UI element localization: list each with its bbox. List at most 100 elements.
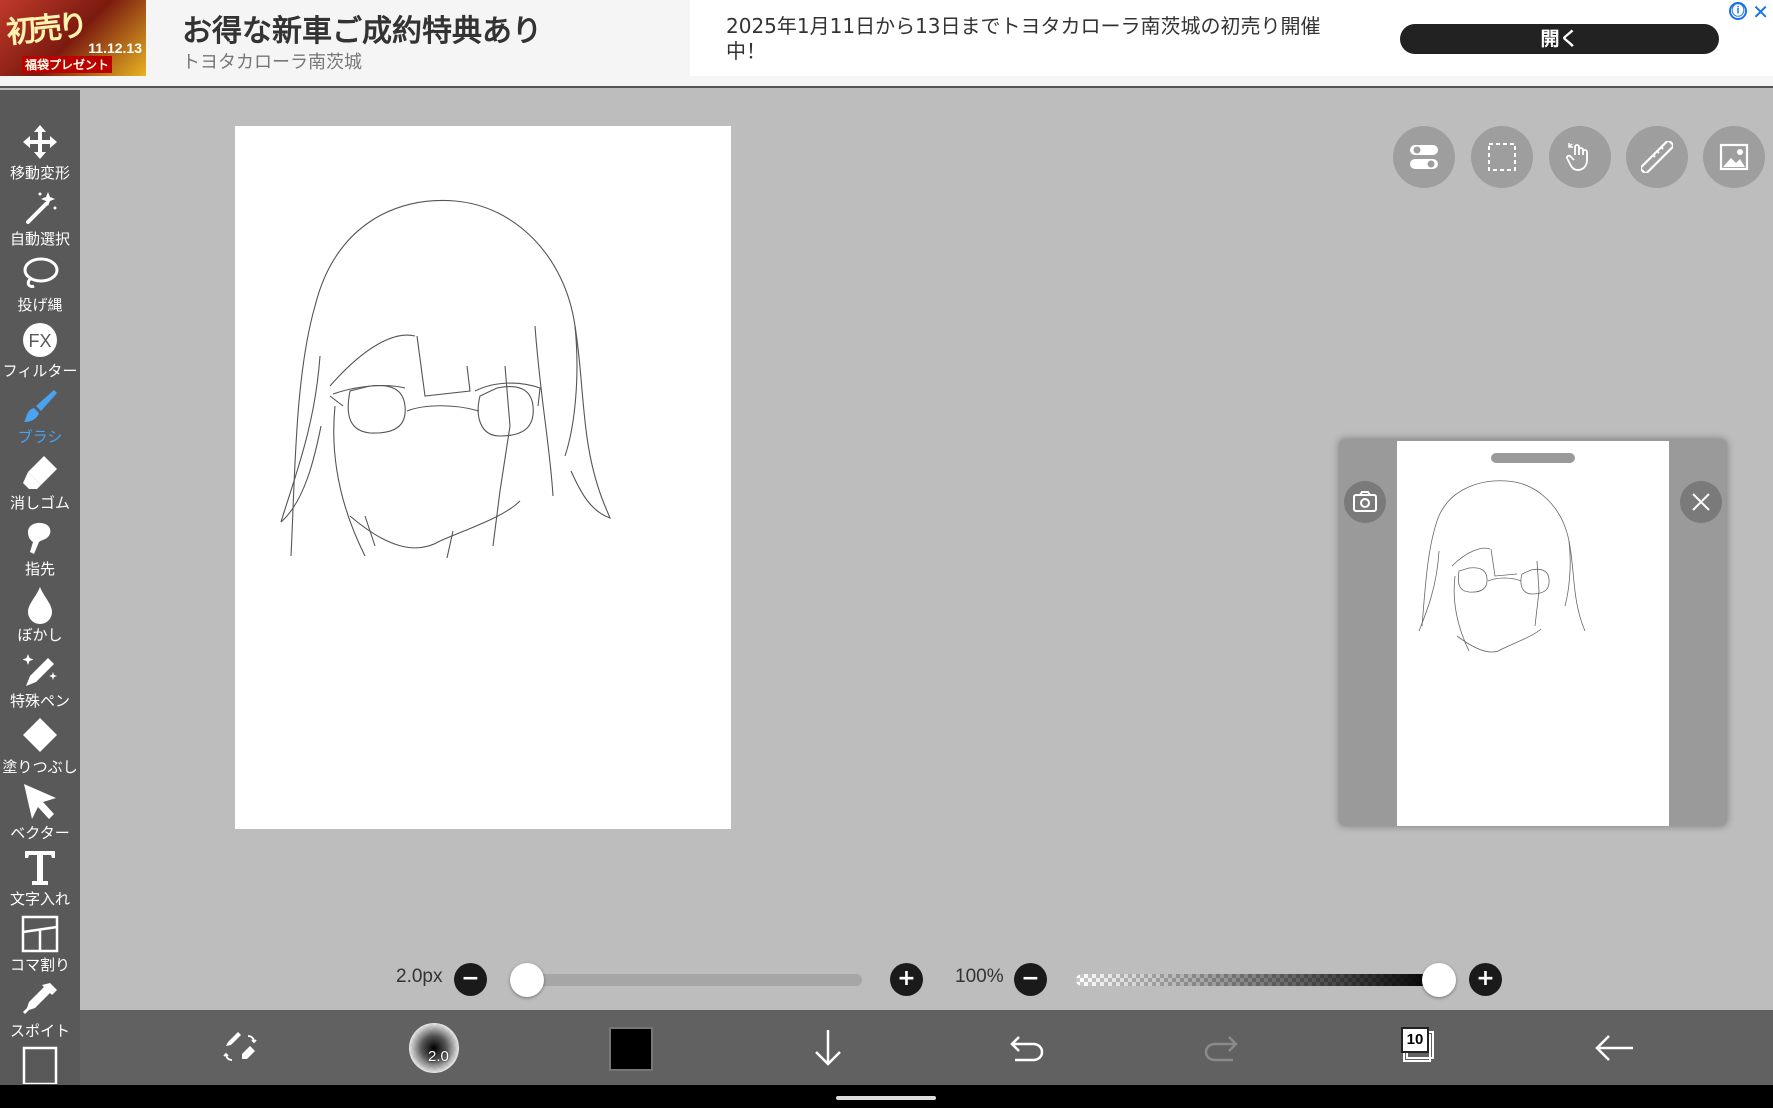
image-button[interactable] bbox=[1703, 126, 1765, 188]
tool-sidebar: 移動変形 自動選択 投げ縄 FX フィルター ブラシ 消しゴム 指先 ぼかし 特… bbox=[0, 90, 80, 1085]
ad-advertiser[interactable]: トヨタカローラ南茨城 bbox=[182, 48, 362, 74]
drawing-canvas[interactable] bbox=[235, 126, 731, 829]
text-icon bbox=[25, 851, 55, 885]
back-button[interactable] bbox=[1587, 1020, 1643, 1076]
tool-blur[interactable]: ぼかし bbox=[0, 582, 80, 648]
vector-cursor-icon bbox=[24, 784, 56, 819]
settings-toggle-button[interactable] bbox=[1393, 126, 1455, 188]
blur-drop-icon bbox=[28, 587, 52, 624]
ad-close-icon[interactable]: ✕ bbox=[1752, 0, 1769, 24]
hand-button[interactable] bbox=[1549, 126, 1611, 188]
home-gesture-pill[interactable] bbox=[836, 1096, 936, 1100]
special-pen-icon bbox=[22, 654, 57, 686]
color-picker-button[interactable] bbox=[609, 1027, 653, 1071]
navigator-panel[interactable] bbox=[1339, 439, 1727, 826]
fx-icon: FX bbox=[23, 323, 57, 357]
selection-button[interactable] bbox=[1471, 126, 1533, 188]
layer-count: 10 bbox=[1401, 1027, 1429, 1053]
tool-move-transform[interactable]: 移動変形 bbox=[0, 120, 80, 186]
tool-label: 指先 bbox=[24, 560, 55, 578]
redo-button[interactable] bbox=[1195, 1020, 1251, 1076]
ad-title[interactable]: お得な新車ご成約特典あり bbox=[182, 6, 542, 50]
tool-more[interactable] bbox=[0, 1044, 80, 1084]
selection-icon bbox=[1488, 143, 1516, 171]
size-increase-button[interactable]: + bbox=[890, 963, 923, 996]
tool-filter[interactable]: FX フィルター bbox=[0, 318, 80, 384]
canvas-frame-icon bbox=[22, 1046, 58, 1084]
ad-thumb-dates: 11.12.13 bbox=[88, 40, 142, 56]
download-button[interactable] bbox=[800, 1020, 856, 1076]
navigator-drag-handle[interactable] bbox=[1491, 453, 1575, 463]
finger-icon bbox=[28, 522, 51, 554]
bottom-toolbar: 2.0 10 bbox=[80, 1010, 1773, 1085]
lasso-icon bbox=[23, 257, 59, 288]
undo-icon bbox=[1010, 1036, 1044, 1062]
opacity-slider[interactable] bbox=[1076, 974, 1438, 986]
frame-divider-icon bbox=[21, 915, 59, 953]
eyedropper-icon bbox=[23, 983, 57, 1014]
tool-label: 特殊ペン bbox=[9, 692, 70, 710]
app-screen: 初売り 11.12.13 福袋プレゼント お得な新車ご成約特典あり トヨタカロー… bbox=[0, 0, 1773, 1108]
sketch-drawing bbox=[280, 199, 611, 559]
navigator-snapshot-button[interactable] bbox=[1344, 481, 1386, 523]
camera-icon bbox=[1353, 491, 1377, 512]
ruler-icon bbox=[1641, 141, 1673, 173]
ad-thumb-headline: 初売り bbox=[4, 8, 86, 51]
opacity-increase-button[interactable]: + bbox=[1469, 963, 1502, 996]
toggle-icon bbox=[1410, 145, 1438, 169]
swap-brush-eraser-icon bbox=[223, 1032, 257, 1061]
ad-info-icon[interactable]: ⓘ bbox=[1729, 2, 1747, 20]
opacity-slider-thumb[interactable] bbox=[1422, 963, 1456, 997]
ad-thumb-caption: 福袋プレゼント bbox=[22, 56, 113, 73]
system-nav-bar bbox=[0, 1085, 1773, 1108]
tool-label: ブラシ bbox=[17, 428, 63, 446]
fill-bucket-icon bbox=[23, 718, 57, 752]
brush-size-value: 2.0px bbox=[396, 966, 443, 987]
tool-auto-select[interactable]: 自動選択 bbox=[0, 186, 80, 252]
swap-brush-eraser-button[interactable] bbox=[212, 1020, 268, 1076]
ad-thumbnail[interactable]: 初売り 11.12.13 福袋プレゼント bbox=[0, 0, 146, 76]
ad-open-button[interactable]: 開く bbox=[1400, 24, 1719, 54]
tool-label: 文字入れ bbox=[9, 890, 70, 908]
tool-fill[interactable]: 塗りつぶし bbox=[0, 714, 80, 780]
arrow-left-icon bbox=[1595, 1035, 1633, 1061]
tool-frame-divider[interactable]: コマ割り bbox=[0, 912, 80, 978]
tool-label: コマ割り bbox=[9, 956, 70, 974]
tool-label: ぼかし bbox=[17, 626, 63, 644]
navigator-close-button[interactable] bbox=[1680, 481, 1722, 523]
tool-eraser[interactable]: 消しゴム bbox=[0, 450, 80, 516]
tool-label: スポイト bbox=[9, 1022, 70, 1040]
brush-icon bbox=[24, 390, 57, 422]
eraser-icon bbox=[23, 456, 57, 489]
tool-lasso[interactable]: 投げ縄 bbox=[0, 252, 80, 318]
navigator-preview[interactable] bbox=[1397, 441, 1669, 826]
brush-size-slider[interactable] bbox=[526, 974, 862, 986]
tool-text[interactable]: 文字入れ bbox=[0, 846, 80, 912]
tool-label: 投げ縄 bbox=[17, 296, 63, 314]
brush-size-slider-thumb[interactable] bbox=[510, 963, 544, 997]
ad-description: 2025年1月11日から13日までトヨタカローラ南茨城の初売り開催中！ bbox=[726, 14, 1321, 63]
ad-description-box[interactable]: 2025年1月11日から13日までトヨタカローラ南茨城の初売り開催中！ 開く bbox=[690, 0, 1773, 76]
ruler-button[interactable] bbox=[1626, 126, 1688, 188]
ad-banner[interactable]: 初売り 11.12.13 福袋プレゼント お得な新車ご成約特典あり トヨタカロー… bbox=[0, 0, 1773, 88]
tool-label: ベクター bbox=[10, 824, 70, 842]
size-decrease-button[interactable]: − bbox=[454, 963, 487, 996]
tool-label: 消しゴム bbox=[9, 494, 70, 512]
tool-special-pen[interactable]: 特殊ペン bbox=[0, 648, 80, 714]
tool-label: 自動選択 bbox=[9, 230, 70, 248]
opacity-value: 100% bbox=[955, 966, 1004, 987]
tool-finger[interactable]: 指先 bbox=[0, 516, 80, 582]
redo-icon bbox=[1204, 1036, 1238, 1062]
tool-eyedropper[interactable]: スポイト bbox=[0, 978, 80, 1044]
tool-label: 移動変形 bbox=[9, 164, 70, 182]
tool-vector[interactable]: ベクター bbox=[0, 780, 80, 846]
image-icon bbox=[1719, 143, 1749, 171]
move-icon bbox=[23, 125, 57, 159]
tool-label: 塗りつぶし bbox=[2, 758, 78, 776]
brush-slider-row: 2.0px − + 100% − + bbox=[80, 955, 1773, 1005]
opacity-decrease-button[interactable]: − bbox=[1014, 963, 1047, 996]
tool-brush[interactable]: ブラシ bbox=[0, 384, 80, 450]
tool-label: フィルター bbox=[2, 362, 78, 380]
navigator-sketch bbox=[1418, 480, 1586, 653]
undo-button[interactable] bbox=[997, 1020, 1053, 1076]
